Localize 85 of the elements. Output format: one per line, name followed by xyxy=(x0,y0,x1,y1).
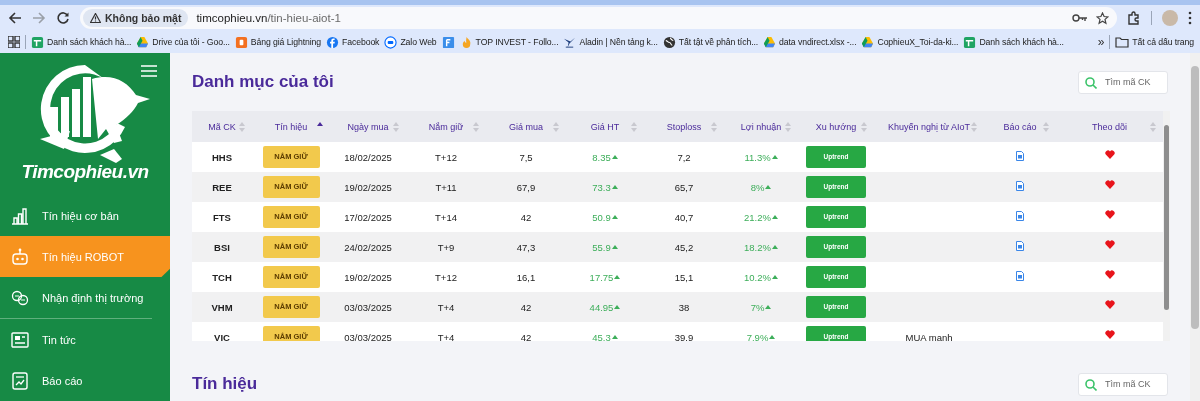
overflow-button[interactable]: » xyxy=(1097,35,1105,49)
sidebar-item[interactable]: Báo cáo xyxy=(0,360,170,401)
table-cell: T+12 xyxy=(435,151,457,163)
sidebar-item[interactable]: Nhận định thị trường xyxy=(0,277,170,318)
table-cell: T+4 xyxy=(437,331,455,341)
table-cell: 47,3 xyxy=(516,241,536,253)
profit-cell: 7% xyxy=(750,301,772,313)
search-field[interactable]: Tìm mã CK xyxy=(1078,70,1168,94)
column-header[interactable]: Giá mua xyxy=(509,121,543,132)
table-cell: 42 xyxy=(520,211,532,223)
table-cell: 7,2 xyxy=(677,151,691,163)
bookmark[interactable]: Aladin | Nền tảng k... xyxy=(563,33,658,51)
table-cell: 15,1 xyxy=(674,271,694,283)
table-cell: 24/02/2025 xyxy=(344,241,392,253)
all-bookmarks[interactable]: Tất cả dấu trang xyxy=(1115,33,1194,51)
address-bar[interactable]: Không bảo mật timcophieu.vn/tin-hieu-aiot-1 xyxy=(80,7,1117,29)
profit-cell: 18.2% xyxy=(744,241,778,253)
table-cell: T+14 xyxy=(435,211,457,223)
bookmark[interactable]: Danh sách khách hà... xyxy=(31,33,132,51)
column-header[interactable]: Báo cáo xyxy=(1003,121,1037,132)
stock-code: VIC xyxy=(214,331,230,341)
table-cell: 18/02/2025 xyxy=(344,151,392,163)
price-cell: 55.9 xyxy=(592,241,618,253)
stock-code: VHM xyxy=(211,301,233,313)
bookmark[interactable]: Bảng giá Lightning xyxy=(234,33,321,51)
bookmark[interactable]: CophieuX_Toi-da-ki... xyxy=(861,33,959,51)
stock-code: FTS xyxy=(213,211,231,223)
price-cell: 44.95 xyxy=(589,301,621,313)
column-header[interactable]: Theo dõi xyxy=(1092,121,1127,132)
table-cell: 19/02/2025 xyxy=(344,181,392,193)
table-cell: T+11 xyxy=(435,181,457,193)
profit-cell: 21.2% xyxy=(744,211,778,223)
search-field[interactable]: Tìm mã CK xyxy=(1078,372,1168,396)
table-cell: T+9 xyxy=(437,241,455,253)
profit-cell: 7.9% xyxy=(746,331,776,341)
price-cell: 17.75 xyxy=(589,271,621,283)
table-cell: 03/03/2025 xyxy=(344,301,392,313)
table-cell: 19/02/2025 xyxy=(344,271,392,283)
column-header[interactable]: Tín hiệu xyxy=(274,121,308,132)
table-cell: 38 xyxy=(678,301,690,313)
url-text: timcophieu.vn/tin-hieu-aiot-1 xyxy=(196,12,341,24)
table-cell: 17/02/2025 xyxy=(344,211,392,223)
column-header[interactable]: Nắm giữ xyxy=(428,121,464,132)
table-cell: 42 xyxy=(520,301,532,313)
stock-code: HHS xyxy=(211,151,233,163)
table-cell: 42 xyxy=(520,331,532,341)
column-header[interactable]: Giá HT xyxy=(590,121,620,132)
price-cell: 50.9 xyxy=(592,211,618,223)
column-header[interactable]: Xu hướng xyxy=(815,121,857,132)
security-label: Không bảo mật xyxy=(105,12,182,24)
bookmark[interactable]: Drive của tôi - Goo... xyxy=(136,33,230,51)
sidebar-item[interactable]: Tin tức xyxy=(0,319,170,360)
sidebar-item[interactable]: Tín hiệu cơ bản xyxy=(0,195,170,236)
table-cell: 65,7 xyxy=(674,181,694,193)
profit-cell: 8% xyxy=(750,181,772,193)
bookmark[interactable]: Danh sách khách hà... xyxy=(963,33,1064,51)
table-cell: 03/03/2025 xyxy=(344,331,392,341)
bookmark[interactable]: Facebook xyxy=(326,33,380,51)
table-cell: 39,9 xyxy=(674,331,694,341)
table-cell: 40,7 xyxy=(674,211,694,223)
table-cell: 16,1 xyxy=(516,271,536,283)
section-title: Danh mục của tôi xyxy=(192,72,334,92)
stock-code: TCH xyxy=(212,271,232,283)
profit-cell: 10.2% xyxy=(744,271,778,283)
logo-text: Timcophieu.vn xyxy=(21,161,149,183)
table-cell: 45,2 xyxy=(674,241,694,253)
price-cell: 73.3 xyxy=(592,181,618,193)
column-header[interactable]: Mã CK xyxy=(208,121,236,132)
price-cell: 8.35 xyxy=(592,151,618,163)
bookmark[interactable]: data vndirect.xlsx -... xyxy=(763,33,857,51)
security-chip[interactable]: Không bảo mật xyxy=(83,9,189,27)
price-cell: 45.3 xyxy=(592,331,618,341)
bookmark[interactable]: TOP INVEST - Follo... xyxy=(459,33,559,51)
profit-cell: 11.3% xyxy=(744,151,778,163)
column-header[interactable]: Ngày mua xyxy=(347,121,389,132)
table-cell: T+4 xyxy=(437,301,455,313)
stock-code: REE xyxy=(212,181,232,193)
bookmark[interactable]: Tất tật về phân tích... xyxy=(662,33,759,51)
stock-code: BSI xyxy=(214,241,230,253)
table-cell: T+12 xyxy=(435,271,457,283)
table-cell: 7,5 xyxy=(519,151,533,163)
bookmark[interactable]: Zalo Web xyxy=(384,33,437,51)
table-cell: 67,9 xyxy=(516,181,536,193)
column-header[interactable]: Stoploss xyxy=(666,121,702,132)
section-title: Tín hiệu xyxy=(192,374,258,394)
